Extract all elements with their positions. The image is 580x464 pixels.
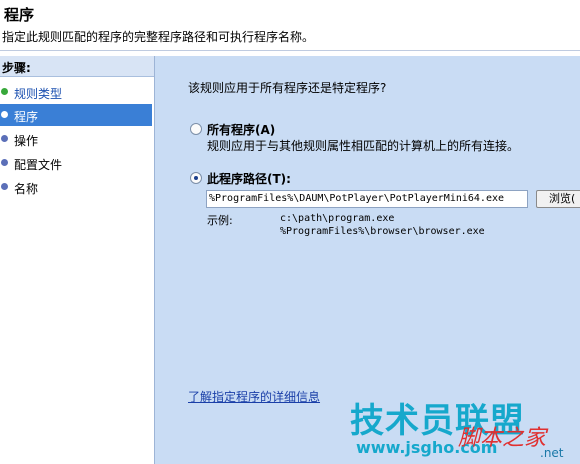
example-path: c:\path\program.exe bbox=[280, 213, 395, 224]
step-label: 配置文件 bbox=[14, 158, 63, 172]
page-title: 程序 bbox=[4, 6, 35, 24]
step-name[interactable]: 名称 bbox=[0, 176, 152, 198]
example-path: %ProgramFiles%\browser\browser.exe bbox=[280, 226, 485, 237]
this-program-radio[interactable] bbox=[190, 172, 202, 184]
page-subtitle: 指定此规则匹配的程序的完整程序路径和可执行程序名称。 bbox=[2, 30, 315, 44]
example-label: 示例: bbox=[207, 214, 233, 227]
step-label: 操作 bbox=[14, 134, 39, 148]
step-label: 程序 bbox=[14, 110, 39, 124]
step-done-icon bbox=[1, 88, 8, 95]
step-pending-icon bbox=[1, 183, 8, 190]
step-label: 规则类型 bbox=[14, 87, 63, 101]
step-rule-type[interactable]: 规则类型 bbox=[0, 81, 152, 103]
step-program[interactable]: 程序 bbox=[0, 104, 152, 126]
all-programs-description: 规则应用于与其他规则属性相匹配的计算机上的所有连接。 bbox=[207, 139, 520, 153]
program-path-input[interactable]: %ProgramFiles%\DAUM\PotPlayer\PotPlayerM… bbox=[206, 190, 528, 208]
watermark-net: .net bbox=[540, 446, 564, 460]
this-program-label[interactable]: 此程序路径(T): bbox=[207, 170, 291, 187]
step-pending-icon bbox=[1, 135, 8, 142]
steps-title: 步骤: bbox=[2, 61, 31, 75]
watermark-logo: 脚本之家 bbox=[458, 426, 547, 451]
all-programs-radio[interactable] bbox=[190, 123, 202, 135]
scope-question: 该规则应用于所有程序还是特定程序? bbox=[188, 81, 387, 95]
learn-more-link[interactable]: 了解指定程序的详细信息 bbox=[188, 388, 320, 405]
browse-button[interactable]: 浏览( bbox=[536, 190, 580, 208]
wizard-header: 程序 指定此规则匹配的程序的完整程序路径和可执行程序名称。 bbox=[0, 0, 580, 51]
step-current-icon bbox=[1, 111, 8, 118]
steps-header: 步骤: bbox=[0, 56, 154, 77]
all-programs-label[interactable]: 所有程序(A) bbox=[207, 121, 275, 138]
step-action[interactable]: 操作 bbox=[0, 128, 152, 150]
step-profile[interactable]: 配置文件 bbox=[0, 152, 152, 174]
step-pending-icon bbox=[1, 159, 8, 166]
step-label: 名称 bbox=[14, 182, 39, 196]
steps-sidebar: 步骤: 规则类型 程序 操作 配置文件 名称 bbox=[0, 56, 155, 464]
